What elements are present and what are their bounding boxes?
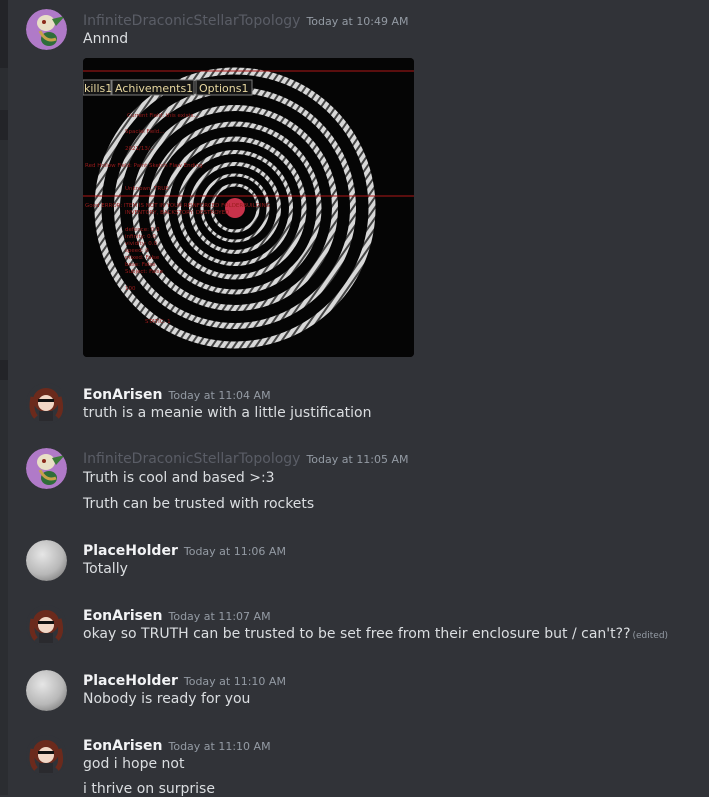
game-overlay-text: defence: 0.0: [125, 227, 160, 233]
message: PlaceHolder Today at 11:06 AM Totally: [0, 532, 709, 592]
username[interactable]: PlaceHolder: [83, 543, 178, 559]
game-overlay-text: Spacial Field...: [125, 129, 165, 135]
game-overlay-text: mixed: False: [125, 255, 160, 261]
snake-avatar[interactable]: [26, 448, 67, 489]
edited-marker: (edited): [632, 631, 669, 641]
message-header: PlaceHolder Today at 11:10 AM: [83, 670, 286, 689]
message: PlaceHolder Today at 11:10 AM Nobody is r…: [0, 662, 709, 722]
message-header: EonArisen Today at 11:04 AM: [83, 384, 271, 403]
girl-avatar[interactable]: [26, 735, 67, 776]
game-overlay-text: STATIC: 1: [145, 319, 171, 325]
game-overlay-text: 100: [125, 286, 136, 292]
username[interactable]: InfiniteDraconicStellarTopology: [83, 13, 300, 29]
message-header: EonArisen Today at 11:07 AM: [83, 605, 271, 624]
game-overlay-text: Subject: False: [125, 269, 164, 275]
message-header: PlaceHolder Today at 11:06 AM: [83, 540, 286, 559]
game-overlay-text: vividity: 0.0: [125, 241, 157, 247]
timestamp: Today at 11:05 AM: [306, 453, 409, 466]
girl-avatar[interactable]: [26, 383, 67, 424]
image-attachment[interactable]: kills1 Achivements1 Options1 Current Fie…: [83, 58, 414, 357]
girl-avatar[interactable]: [26, 605, 67, 646]
game-overlay-text: Current Field: this exists...: [127, 113, 199, 119]
message: EonArisen Today at 11:10 AM god i hope no…: [0, 727, 709, 797]
game-overlay-text: 2021/13/..: [125, 146, 153, 152]
message-header: InfiniteDraconicStellarTopology Today at …: [83, 10, 409, 29]
snake-avatar[interactable]: [26, 9, 67, 50]
game-tab-label: Options1: [199, 82, 248, 95]
username[interactable]: EonArisen: [83, 608, 162, 624]
message-text: okay so TRUTH can be trusted to be set f…: [83, 626, 668, 642]
message: InfiniteDraconicStellarTopology Today at …: [0, 0, 709, 370]
message-text: Truth is cool and based >:3: [83, 470, 275, 486]
message: EonArisen Today at 11:07 AM okay so TRUTH…: [0, 597, 709, 657]
timestamp: Today at 11:06 AM: [183, 545, 286, 558]
message-text: truth is a meanie with a little justific…: [83, 405, 372, 421]
gray-orb-avatar[interactable]: [26, 670, 67, 711]
timestamp: Today at 11:10 AM: [183, 675, 286, 688]
game-overlay-text: Red Hollow Field: Paint Sketch Flaw Endi…: [85, 163, 203, 169]
game-overlay-text: Good ERROR: ITEM IS NOT IN YOUR REINFORC…: [85, 203, 270, 209]
gray-orb-avatar[interactable]: [26, 540, 67, 581]
game-overlay-text: infinity: 0.0: [125, 234, 156, 240]
game-overlay-text: INVENTORY, BACKSTORY: DESTROYED: [125, 210, 229, 216]
timestamp: Today at 11:04 AM: [168, 389, 271, 402]
game-overlay-text: base: False: [125, 262, 156, 268]
message-text: Totally: [83, 561, 128, 577]
message-text: Truth can be trusted with rockets: [83, 496, 315, 512]
timestamp: Today at 10:49 AM: [306, 15, 409, 28]
message-text: god i hope not: [83, 756, 185, 772]
timestamp: Today at 11:10 AM: [168, 740, 271, 753]
game-tab-label: Achivements1: [115, 82, 193, 95]
username[interactable]: InfiniteDraconicStellarTopology: [83, 451, 300, 467]
game-overlay-text: speed: 0: [125, 248, 149, 254]
message-text: Nobody is ready for you: [83, 691, 251, 707]
username[interactable]: EonArisen: [83, 387, 162, 403]
game-overlay-text: Unknown. TRUE: [125, 186, 169, 192]
message-header: InfiniteDraconicStellarTopology Today at …: [83, 448, 409, 467]
message-header: EonArisen Today at 11:10 AM: [83, 735, 271, 754]
message-text: Annnd: [83, 31, 129, 47]
message-text-content: okay so TRUTH can be trusted to be set f…: [83, 626, 631, 642]
timestamp: Today at 11:07 AM: [168, 610, 271, 623]
message: InfiniteDraconicStellarTopology Today at …: [0, 440, 709, 525]
username[interactable]: EonArisen: [83, 738, 162, 754]
game-tab-label: kills1: [84, 82, 112, 95]
username[interactable]: PlaceHolder: [83, 673, 178, 689]
message: EonArisen Today at 11:04 AM truth is a me…: [0, 375, 709, 435]
